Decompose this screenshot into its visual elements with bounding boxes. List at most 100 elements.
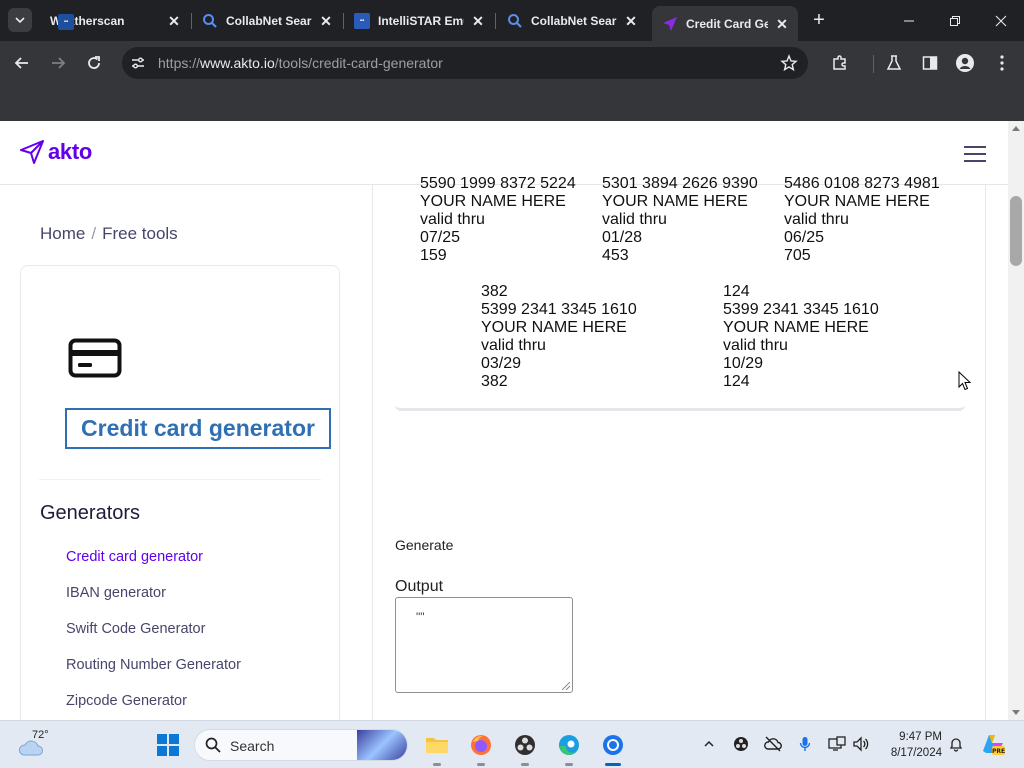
taskbar-search[interactable]: Search [194, 729, 408, 761]
browser-tab-strip: ▪▪ Weatherscan ✕ CollabNet Sear ✕ ▪▪ Int… [0, 0, 1024, 41]
tab-title: Credit Card Ge [686, 16, 768, 31]
scrollbar-thumb[interactable] [1010, 196, 1022, 266]
search-placeholder: Search [230, 738, 275, 754]
output-label: Output [395, 578, 444, 595]
card-holder: YOUR NAME HERE [784, 193, 930, 210]
close-window-button[interactable] [978, 0, 1024, 41]
browser-toolbar: https://www.akto.io/tools/credit-card-ge… [0, 41, 1024, 85]
chevron-up-icon [704, 740, 714, 747]
close-icon[interactable]: ✕ [774, 16, 790, 32]
weather-widget[interactable]: 72° [18, 729, 58, 759]
cloud-offline-icon[interactable] [764, 735, 782, 753]
generate-button[interactable]: Generate [395, 537, 453, 553]
back-button[interactable] [9, 50, 35, 76]
restore-button[interactable] [932, 0, 978, 41]
scroll-down-arrow-icon[interactable] [1012, 710, 1020, 715]
site-info-icon[interactable] [130, 55, 146, 71]
extensions-button[interactable] [830, 53, 850, 73]
reload-button[interactable] [81, 50, 107, 76]
bookmark-star-icon[interactable] [780, 54, 798, 72]
obs-button[interactable] [510, 730, 540, 766]
close-icon[interactable]: ✕ [470, 13, 486, 29]
tab-separator [495, 13, 496, 29]
akto-logo[interactable]: akto [20, 139, 92, 165]
obs-icon [515, 735, 535, 755]
avatar-icon [956, 54, 974, 72]
search-favicon [202, 13, 218, 29]
menu-button[interactable] [964, 146, 986, 162]
generators-heading: Generators [40, 502, 141, 524]
windows-start-icon[interactable] [157, 734, 179, 756]
puzzle-icon [833, 55, 846, 70]
restore-icon [950, 15, 960, 26]
hamburger-icon [964, 146, 986, 148]
logo-text: akto [48, 139, 93, 164]
address-bar[interactable]: https://www.akto.io/tools/credit-card-ge… [122, 47, 808, 79]
file-explorer-button[interactable] [422, 730, 452, 766]
edge-button[interactable] [554, 730, 584, 766]
minimize-button[interactable] [886, 0, 932, 41]
card-cvv: 705 [784, 247, 811, 264]
tool-tile: Credit card generator [39, 280, 331, 480]
new-tab-button[interactable]: + [808, 9, 830, 31]
forward-button[interactable] [45, 50, 71, 76]
notification-bell-icon[interactable] [948, 736, 964, 752]
card-holder: YOUR NAME HERE [481, 319, 627, 336]
card-item: 124 5399 2341 3345 1610 YOUR NAME HERE v… [723, 283, 879, 391]
akto-favicon [662, 16, 678, 32]
show-hidden-icons-button[interactable] [700, 735, 718, 753]
sidebar-item-routing-number-generator[interactable]: Routing Number Generator [66, 656, 241, 692]
card-number: 5399 2341 3345 1610 [723, 301, 879, 318]
tab-search-button[interactable] [8, 8, 32, 32]
breadcrumb-home[interactable]: Home [40, 224, 85, 243]
browser-menu-button[interactable] [992, 53, 1012, 73]
tab-intellistar[interactable]: ▪▪ IntelliSTAR Emu ✕ [344, 6, 494, 35]
firefox-icon [471, 735, 491, 755]
volume-icon[interactable] [852, 735, 870, 753]
card-valid-label: valid thru [420, 211, 485, 228]
page-scrollbar[interactable] [1008, 121, 1024, 720]
url-text: https://www.akto.io/tools/credit-card-ge… [158, 55, 443, 71]
tab-title: CollabNet Sear [531, 13, 617, 28]
generated-cards: 5590 1999 8372 5224 YOUR NAME HERE valid… [395, 165, 965, 411]
card-number: 5301 3894 2626 9390 [602, 175, 758, 192]
system-clock[interactable]: 9:47 PM 8/17/2024 [878, 729, 942, 761]
card-valid-label: valid thru [602, 211, 667, 228]
breadcrumb-current[interactable]: Free tools [102, 224, 178, 243]
obs-tray-icon[interactable] [732, 735, 750, 753]
sidebar-item-zipcode-generator[interactable]: Zipcode Generator [66, 692, 241, 720]
chrome-button[interactable] [598, 730, 628, 766]
sidebar-item-swift-code-generator[interactable]: Swift Code Generator [66, 620, 241, 656]
card-number: 5486 0108 8273 4981 [784, 175, 940, 192]
tab-collabnet-1[interactable]: CollabNet Sear ✕ [192, 6, 342, 35]
sidebar-item-iban-generator[interactable]: IBAN generator [66, 584, 241, 620]
chevron-down-icon [15, 17, 25, 24]
card-item: 382 5399 2341 3345 1610 YOUR NAME HERE v… [481, 283, 637, 391]
close-icon[interactable]: ✕ [623, 13, 639, 29]
tab-weatherscan[interactable]: ▪▪ Weatherscan ✕ [40, 6, 190, 35]
card-holder: YOUR NAME HERE [420, 193, 566, 210]
paper-plane-icon [20, 140, 44, 164]
windows-taskbar: 72° Search 9:47 PM 8/17/2024 PRE [0, 720, 1024, 768]
tab-collabnet-2[interactable]: CollabNet Sear ✕ [497, 6, 647, 35]
close-icon[interactable]: ✕ [166, 13, 182, 29]
card-expiry: 06/25 [784, 229, 825, 246]
copilot-icon[interactable]: PRE [980, 731, 1006, 757]
output-textarea[interactable]: "" [395, 597, 573, 693]
labs-button[interactable] [884, 53, 904, 73]
edge-icon [559, 735, 579, 755]
card-expiry: 01/28 [602, 229, 643, 246]
tab-title: IntelliSTAR Emu [378, 13, 464, 28]
tab-credit-card-generator[interactable]: Credit Card Ge ✕ [652, 6, 798, 41]
clock-date: 8/17/2024 [890, 747, 942, 759]
profile-button[interactable] [955, 53, 975, 73]
microphone-icon[interactable] [796, 735, 814, 753]
scroll-up-arrow-icon[interactable] [1012, 126, 1020, 131]
side-panel-button[interactable] [920, 53, 940, 73]
network-icon[interactable] [828, 735, 846, 753]
card-item: 5301 3894 2626 9390 YOUR NAME HERE valid… [602, 175, 758, 265]
resize-grip-icon[interactable] [562, 682, 570, 690]
sidebar-item-credit-card-generator[interactable]: Credit card generator [66, 548, 241, 584]
firefox-button[interactable] [466, 730, 496, 766]
close-icon[interactable]: ✕ [318, 13, 334, 29]
